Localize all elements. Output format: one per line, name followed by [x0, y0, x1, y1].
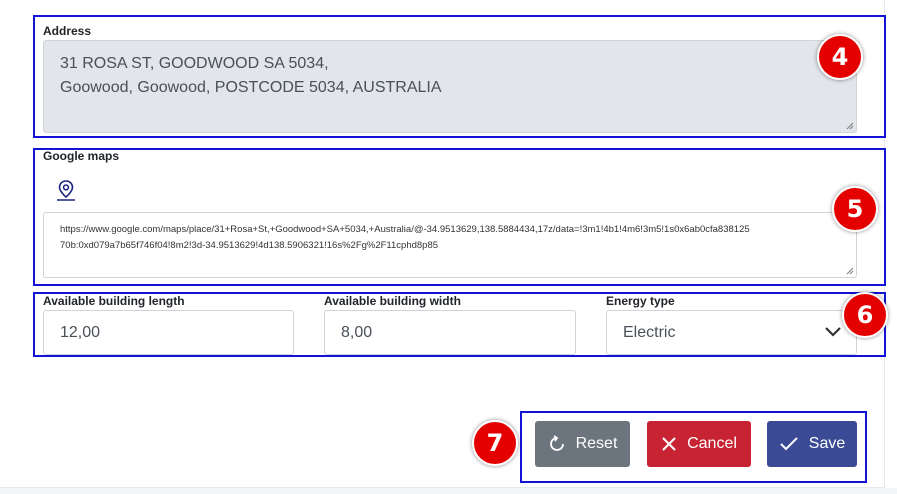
page-footer-strip: [0, 488, 897, 494]
annotation-box-4: [33, 15, 886, 138]
annotation-box-6: [33, 292, 886, 357]
annotation-badge-6: 6: [842, 292, 888, 338]
annotation-badge-4: 4: [817, 34, 863, 80]
annotation-badge-5: 5: [832, 186, 878, 232]
annotation-box-5: [33, 148, 886, 286]
annotation-box-7: [520, 411, 867, 483]
annotation-badge-7: 7: [472, 420, 518, 466]
